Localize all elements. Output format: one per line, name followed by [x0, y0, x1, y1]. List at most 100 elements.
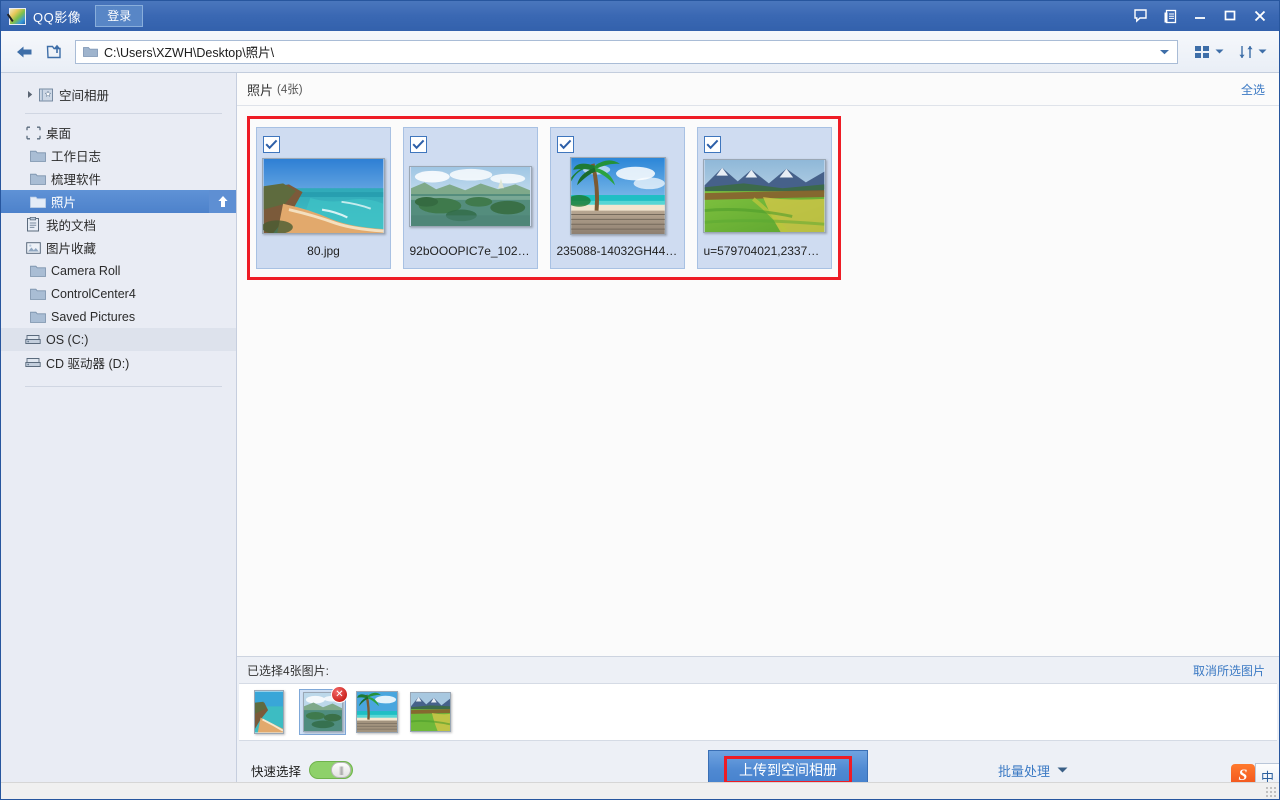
sidebar-item-desktop[interactable]: 桌面 — [1, 121, 236, 144]
selection-panel: 已选择4张图片: 取消所选图片 — [237, 656, 1279, 799]
strip-item[interactable] — [407, 689, 454, 735]
login-button[interactable]: 登录 — [95, 5, 143, 27]
photo-filename: u=579704021,233773... — [704, 244, 826, 258]
folder-icon — [29, 195, 47, 208]
chevron-down-icon[interactable] — [1153, 41, 1175, 63]
deselect-all-link[interactable]: 取消所选图片 — [1193, 662, 1265, 679]
photo-checkbox[interactable] — [263, 136, 280, 153]
back-arrow-icon[interactable] — [9, 37, 39, 67]
sidebar-item-label: 我的文档 — [46, 215, 96, 234]
sidebar-item-label: 桌面 — [46, 123, 71, 142]
navigation-toolbar: C:\Users\XZWH\Desktop\照片\ — [1, 31, 1279, 73]
thumbnail-grid-wrap: 80.jpg — [237, 106, 1279, 656]
title-bar: QQ影像 登录 — [1, 1, 1279, 31]
palm-beach-deck-image — [356, 691, 398, 733]
drive-icon — [24, 333, 42, 346]
sidebar-item-work-log[interactable]: 工作日志 — [1, 144, 236, 167]
window-controls — [1125, 1, 1275, 31]
selection-count-label: 已选择4张图片: — [247, 662, 329, 679]
folder-icon — [29, 149, 47, 162]
app-title: QQ影像 — [33, 7, 81, 26]
caret-down-icon — [1057, 766, 1068, 774]
strip-item[interactable] — [353, 689, 400, 735]
coast-beach-cliff-image — [254, 690, 284, 734]
photo-count: (4张) — [277, 81, 303, 97]
folder-icon — [29, 310, 47, 323]
desktop-icon — [24, 126, 42, 140]
folder-icon — [29, 287, 47, 300]
photo-checkbox[interactable] — [557, 136, 574, 153]
photo-thumbnail — [409, 157, 532, 235]
folder-icon — [29, 172, 47, 185]
folder-icon — [29, 264, 47, 277]
chevron-down-icon — [1215, 48, 1224, 55]
folder-icon — [83, 45, 98, 58]
sidebar-item-camera-roll[interactable]: Camera Roll — [1, 259, 236, 282]
sidebar-item-cd-drive[interactable]: CD 驱动器 (D:) — [1, 351, 236, 374]
photo-thumbnail — [703, 157, 826, 235]
resize-grip[interactable] — [1265, 786, 1277, 798]
sidebar-item-controlcenter4[interactable]: ControlCenter4 — [1, 282, 236, 305]
green-field-mountains-image — [410, 692, 451, 732]
selected-thumbnail-strip: ✕ — [239, 683, 1277, 741]
photo-checkbox[interactable] — [704, 136, 721, 153]
photo-card[interactable]: 80.jpg — [256, 127, 391, 269]
up-arrow-icon[interactable] — [209, 190, 236, 213]
select-all-link[interactable]: 全选 — [1241, 81, 1265, 98]
selection-header: 已选择4张图片: 取消所选图片 — [237, 657, 1279, 683]
photo-filename: 80.jpg — [307, 244, 340, 258]
page-title: 照片 — [247, 80, 273, 99]
sidebar-item-my-documents[interactable]: 我的文档 — [1, 213, 236, 236]
pictures-icon — [24, 241, 42, 255]
strip-item[interactable] — [245, 689, 292, 735]
sidebar-item-label: 照片 — [51, 192, 76, 211]
maximize-icon[interactable] — [1215, 3, 1245, 29]
go-up-folder-icon[interactable] — [39, 37, 69, 67]
menu-icon[interactable] — [1155, 3, 1185, 29]
sidebar-item-label: ControlCenter4 — [51, 287, 136, 301]
close-icon[interactable] — [1245, 3, 1275, 29]
qq-image-logo-icon — [9, 8, 26, 25]
sidebar-item-software[interactable]: 梳理软件 — [1, 167, 236, 190]
address-input[interactable]: C:\Users\XZWH\Desktop\照片\ — [104, 42, 1153, 61]
sidebar-item-pictures[interactable]: 图片收藏 — [1, 236, 236, 259]
sidebar-divider — [25, 386, 222, 387]
sidebar-item-saved-pictures[interactable]: Saved Pictures — [1, 305, 236, 328]
drive-icon — [24, 356, 42, 369]
sidebar-item-label: Saved Pictures — [51, 310, 135, 324]
photo-card[interactable]: 235088-14032GH443... — [550, 127, 685, 269]
album-icon — [37, 88, 55, 102]
photo-thumbnail — [556, 157, 679, 235]
sidebar-item-label: CD 驱动器 (D:) — [46, 353, 129, 372]
sidebar-item-label: 工作日志 — [51, 146, 101, 165]
sort-button[interactable] — [1234, 39, 1271, 65]
address-bar[interactable]: C:\Users\XZWH\Desktop\照片\ — [75, 40, 1178, 64]
remove-circle-icon[interactable]: ✕ — [331, 686, 348, 703]
feedback-icon[interactable] — [1125, 3, 1155, 29]
sidebar-item-os-drive[interactable]: OS (C:) — [1, 328, 236, 351]
photo-checkbox[interactable] — [410, 136, 427, 153]
batch-process-button[interactable]: 批量处理 — [998, 761, 1068, 780]
grid-view-icon — [1194, 44, 1211, 60]
sidebar-divider — [25, 113, 222, 114]
photo-filename: 235088-14032GH443... — [557, 244, 679, 258]
palm-beach-deck-image — [570, 157, 666, 235]
sidebar-item-photos[interactable]: 照片 — [1, 190, 236, 213]
minimize-icon[interactable] — [1185, 3, 1215, 29]
strip-item[interactable]: ✕ — [299, 689, 346, 735]
view-mode-button[interactable] — [1190, 39, 1228, 65]
photo-card[interactable]: u=579704021,233773... — [697, 127, 832, 269]
chevron-down-icon — [1258, 48, 1267, 55]
expander-arrow-icon[interactable] — [24, 90, 37, 99]
documents-icon — [24, 217, 42, 232]
photo-thumbnail — [262, 157, 385, 235]
green-lake-islands-image — [409, 166, 532, 227]
batch-process-label: 批量处理 — [998, 761, 1050, 780]
green-field-mountains-image — [703, 159, 826, 233]
quick-select-toggle[interactable]: ||| — [309, 761, 353, 779]
content-area: 照片 (4张) 全选 — [237, 73, 1279, 799]
photo-card[interactable]: 92bOOOPIC7e_1024.j... — [403, 127, 538, 269]
status-bar — [1, 782, 1279, 799]
sidebar-item-space-album[interactable]: 空间相册 — [1, 83, 236, 106]
sidebar-item-label: Camera Roll — [51, 264, 120, 278]
